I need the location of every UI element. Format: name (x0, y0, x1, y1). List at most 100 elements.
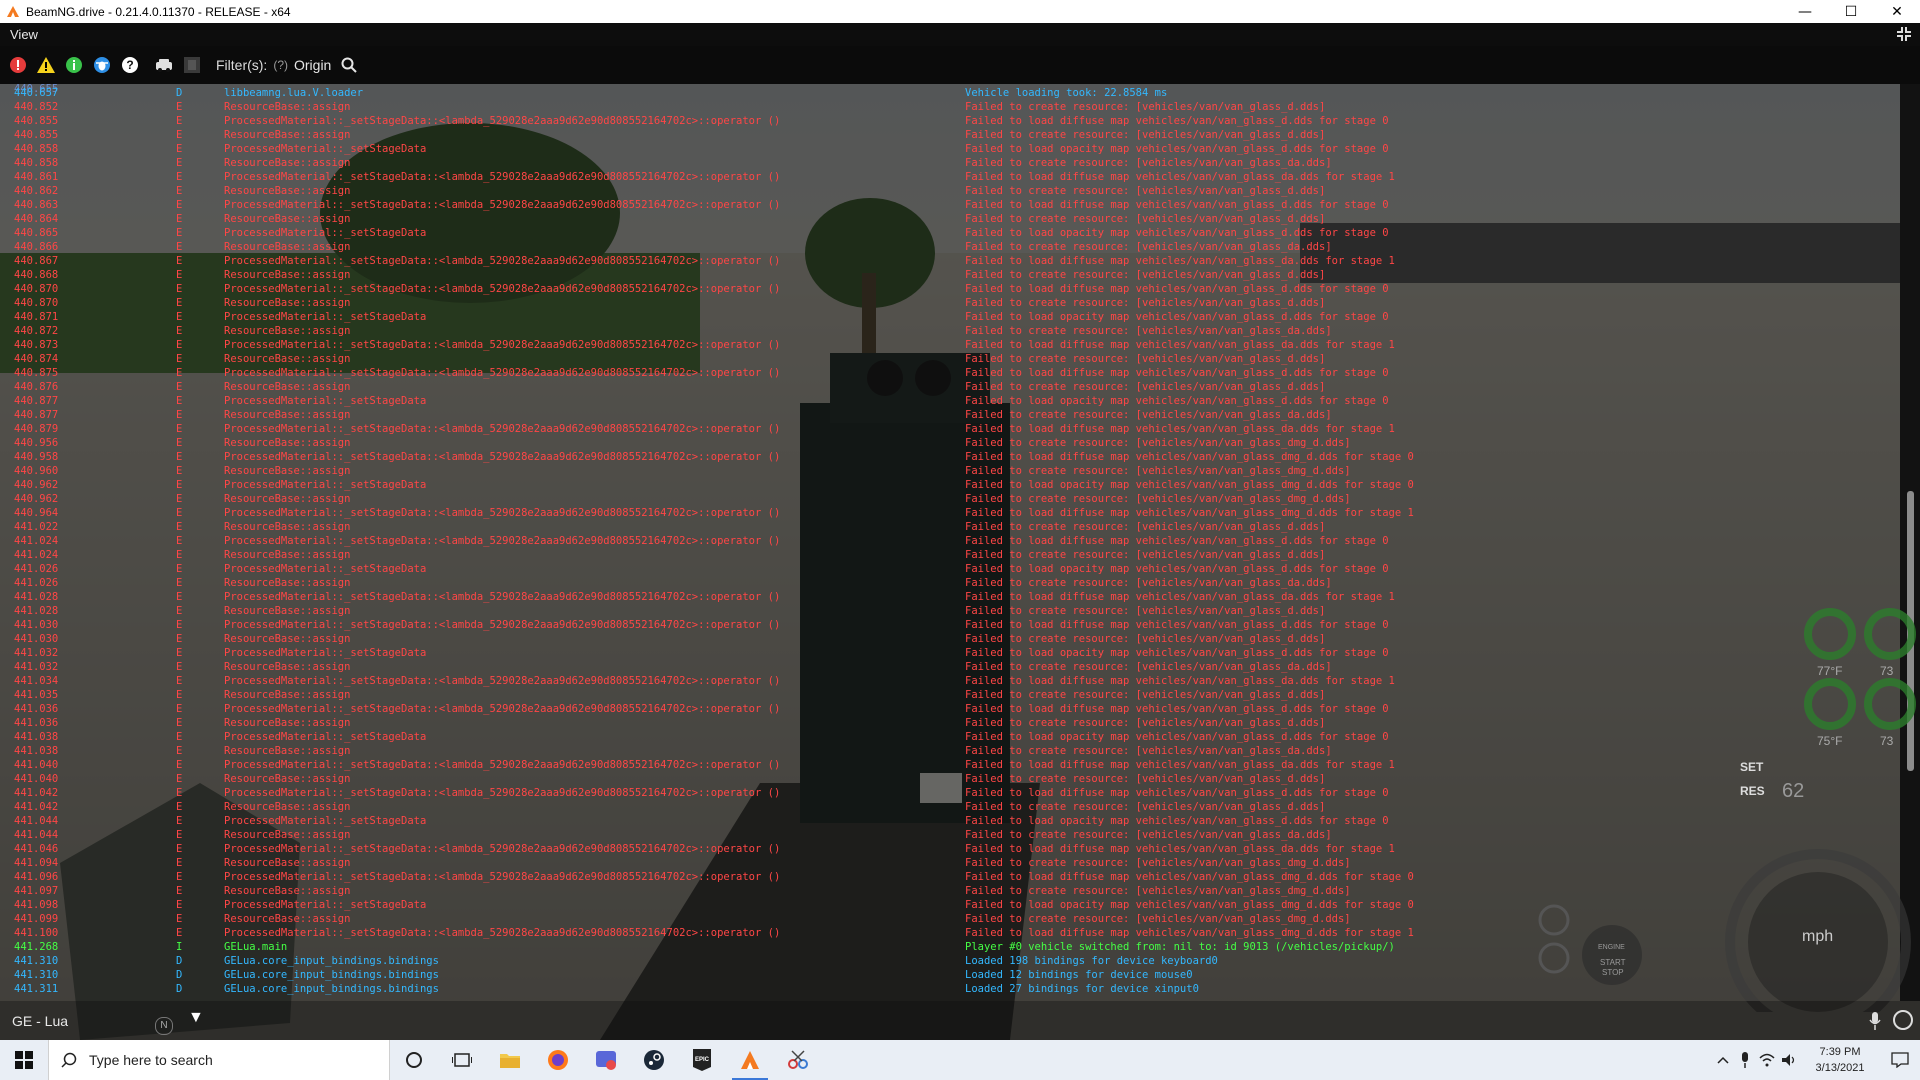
log-row[interactable]: 441.040 E ProcessedMaterial::_setStageData… (0, 758, 1900, 772)
volume-icon[interactable] (1778, 1040, 1800, 1080)
log-row[interactable]: 440.866 E ResourceBase::assign Failed to cr… (0, 240, 1900, 254)
search-icon[interactable] (339, 55, 359, 75)
error-filter-icon[interactable] (8, 55, 28, 75)
log-row[interactable]: 440.874 E ResourceBase::assign Failed to cr… (0, 352, 1900, 366)
cortana-button[interactable] (390, 1040, 438, 1080)
log-row[interactable]: 441.028 E ProcessedMaterial::_setStageData… (0, 590, 1900, 604)
log-row[interactable]: 441.038 E ProcessedMaterial::_setStageData… (0, 730, 1900, 744)
log-row[interactable]: 441.026 E ProcessedMaterial::_setStageData… (0, 562, 1900, 576)
log-row[interactable]: 441.042 E ResourceBase::assign Failed to cr… (0, 800, 1900, 814)
wifi-icon[interactable] (1756, 1040, 1778, 1080)
log-row[interactable]: 441.032 E ResourceBase::assign Failed to cr… (0, 660, 1900, 674)
log-row[interactable]: 440.858 E ProcessedMaterial::_setStageData… (0, 142, 1900, 156)
origin-filter-label[interactable]: Origin (294, 57, 331, 73)
log-row[interactable]: 440.862 E ResourceBase::assign Failed to cr… (0, 184, 1900, 198)
log-row[interactable]: 441.044 E ProcessedMaterial::_setStageData… (0, 814, 1900, 828)
log-row[interactable]: 440.958 E ProcessedMaterial::_setStageData… (0, 450, 1900, 464)
log-row[interactable]: 440.875 E ProcessedMaterial::_setStageData… (0, 366, 1900, 380)
log-row[interactable]: 440.865 E ProcessedMaterial::_setStageData… (0, 226, 1900, 240)
log-row[interactable]: 440.872 E ResourceBase::assign Failed to cr… (0, 324, 1900, 338)
microphone-icon[interactable] (1868, 1011, 1882, 1031)
log-row[interactable]: 440.861 E ProcessedMaterial::_setStageData… (0, 170, 1900, 184)
log-row[interactable]: 441.035 E ResourceBase::assign Failed to cr… (0, 688, 1900, 702)
console-log-panel[interactable]: 440.655 440.657 Dlibbeamng.lua.V.loader Ve… (0, 84, 1900, 1001)
filter-help-link[interactable]: (?) (273, 58, 288, 72)
log-message: Failed to load diffuse map vehicles/van/… (965, 787, 1389, 799)
refresh-circle-icon[interactable] (1892, 1009, 1914, 1031)
log-row[interactable]: 440.870 E ResourceBase::assign Failed to cr… (0, 296, 1900, 310)
log-row[interactable]: 440.852 E ResourceBase::assign Failed to cr… (0, 100, 1900, 114)
log-row[interactable]: 441.030 E ResourceBase::assign Failed to cr… (0, 632, 1900, 646)
log-row[interactable]: 441.032 E ProcessedMaterial::_setStageData… (0, 646, 1900, 660)
taskbar-app-screen[interactable] (582, 1040, 630, 1080)
log-level: E (176, 745, 183, 757)
log-row[interactable]: 441.044 E ResourceBase::assign Failed to cr… (0, 828, 1900, 842)
vehicle-filter-icon[interactable] (154, 55, 174, 75)
microphone-tray-icon[interactable] (1734, 1040, 1756, 1080)
log-row[interactable]: 441.096 E ProcessedMaterial::_setStageData… (0, 870, 1900, 884)
log-row[interactable]: 441.036 E ResourceBase::assign Failed to cr… (0, 716, 1900, 730)
log-row[interactable]: 441.030 E ProcessedMaterial::_setStageData… (0, 618, 1900, 632)
warning-filter-icon[interactable] (36, 55, 56, 75)
collapse-window-icon[interactable] (1896, 26, 1912, 42)
log-row[interactable]: 441.022 E ResourceBase::assign Failed to cr… (0, 520, 1900, 534)
log-row[interactable]: 441.094 E ResourceBase::assign Failed to cr… (0, 856, 1900, 870)
taskbar-search-box[interactable]: Type here to search (48, 1040, 390, 1080)
log-row[interactable]: 440.876 E ResourceBase::assign Failed to cr… (0, 380, 1900, 394)
log-row[interactable]: 441.042 E ProcessedMaterial::_setStageData… (0, 786, 1900, 800)
log-row[interactable]: 440.870 E ProcessedMaterial::_setStageData… (0, 282, 1900, 296)
cruise-set-button[interactable]: SET (1740, 760, 1763, 774)
log-row[interactable]: 440.657 Dlibbeamng.lua.V.loader Vehicle lo… (0, 86, 1900, 100)
chevron-up-icon[interactable] (1712, 1040, 1734, 1080)
taskbar-epic-games[interactable]: EPIC (678, 1040, 726, 1080)
log-row[interactable]: 440.871 E ProcessedMaterial::_setStageData… (0, 310, 1900, 324)
log-row[interactable]: 440.855 E ProcessedMaterial::_setStageData… (0, 114, 1900, 128)
menu-view[interactable]: View (10, 27, 38, 42)
log-row[interactable]: 440.864 E ResourceBase::assign Failed to cr… (0, 212, 1900, 226)
taskbar-file-explorer[interactable] (486, 1040, 534, 1080)
context-dropdown-arrow[interactable]: ▼ (188, 1009, 204, 1027)
taskbar-clock[interactable]: 7:39 PM 3/13/2021 (1800, 1044, 1880, 1076)
close-button[interactable]: ✕ (1874, 0, 1920, 23)
log-message: Failed to load diffuse map vehicles/van/… (965, 451, 1414, 463)
minimize-button[interactable]: — (1782, 0, 1828, 23)
taskbar-steam[interactable] (630, 1040, 678, 1080)
log-row[interactable]: 441.038 E ResourceBase::assign Failed to cr… (0, 744, 1900, 758)
log-row[interactable]: 440.962 E ProcessedMaterial::_setStageData… (0, 478, 1900, 492)
log-row[interactable]: 441.026 E ResourceBase::assign Failed to cr… (0, 576, 1900, 590)
log-row[interactable]: 441.024 E ResourceBase::assign Failed to cr… (0, 548, 1900, 562)
log-row[interactable]: 440.964 E ProcessedMaterial::_setStageData… (0, 506, 1900, 520)
info-filter-icon[interactable] (64, 55, 84, 75)
log-row[interactable]: 441.046 E ProcessedMaterial::_setStageData… (0, 842, 1900, 856)
log-row[interactable]: 440.858 E ResourceBase::assign Failed to cr… (0, 156, 1900, 170)
log-row[interactable]: 440.868 E ResourceBase::assign Failed to cr… (0, 268, 1900, 282)
start-button[interactable] (0, 1040, 48, 1080)
log-row[interactable]: 440.867 E ProcessedMaterial::_setStageData… (0, 254, 1900, 268)
taskbar-firefox[interactable] (534, 1040, 582, 1080)
log-row[interactable]: 440.960 E ResourceBase::assign Failed to cr… (0, 464, 1900, 478)
log-row[interactable]: 440.877 E ProcessedMaterial::_setStageData… (0, 394, 1900, 408)
log-row[interactable]: 440.962 E ResourceBase::assign Failed to cr… (0, 492, 1900, 506)
log-row[interactable]: 441.036 E ProcessedMaterial::_setStageData… (0, 702, 1900, 716)
maximize-button[interactable]: ☐ (1828, 0, 1874, 23)
log-row[interactable]: 440.855 E ResourceBase::assign Failed to cr… (0, 128, 1900, 142)
notification-center-icon[interactable] (1880, 1040, 1920, 1080)
log-row[interactable]: 440.879 E ProcessedMaterial::_setStageData… (0, 422, 1900, 436)
debug-filter-icon[interactable] (92, 55, 112, 75)
log-row[interactable]: 441.024 E ProcessedMaterial::_setStageData… (0, 534, 1900, 548)
log-row[interactable]: 440.873 E ProcessedMaterial::_setStageData… (0, 338, 1900, 352)
cruise-res-button[interactable]: RES (1740, 784, 1765, 798)
log-row[interactable]: 440.956 E ResourceBase::assign Failed to cr… (0, 436, 1900, 450)
log-row[interactable]: 441.040 E ResourceBase::assign Failed to cr… (0, 772, 1900, 786)
log-row[interactable]: 440.877 E ResourceBase::assign Failed to cr… (0, 408, 1900, 422)
log-row[interactable]: 441.034 E ProcessedMaterial::_setStageData… (0, 674, 1900, 688)
grey-filter-icon[interactable] (182, 55, 202, 75)
lua-context-label[interactable]: GE - Lua (12, 1013, 68, 1029)
log-row[interactable]: 440.863 E ProcessedMaterial::_setStageData… (0, 198, 1900, 212)
log-row[interactable]: 441.097 E ResourceBase::assign Failed to cr… (0, 884, 1900, 898)
taskbar-snipping-tool[interactable] (774, 1040, 822, 1080)
task-view-button[interactable] (438, 1040, 486, 1080)
log-row[interactable]: 441.028 E ResourceBase::assign Failed to cr… (0, 604, 1900, 618)
taskbar-beamng[interactable] (726, 1040, 774, 1080)
help-filter-icon[interactable]: ? (120, 55, 140, 75)
